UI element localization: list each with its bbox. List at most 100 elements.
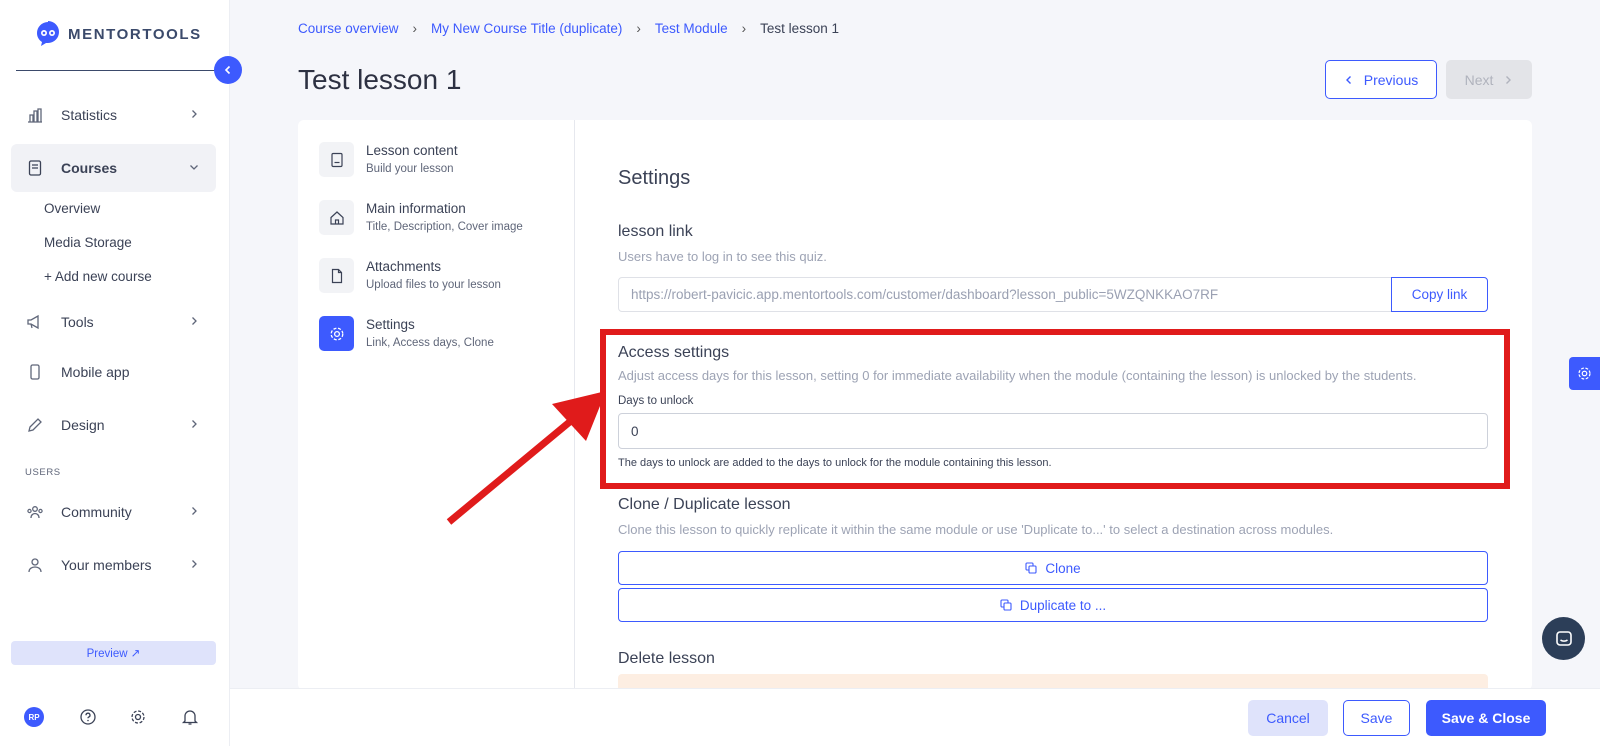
home-icon (319, 200, 354, 235)
sidebar-item-your-members[interactable]: Your members (11, 541, 216, 589)
duplicate-to-button[interactable]: Duplicate to ... (618, 588, 1488, 622)
sidebar-subitem-media-storage[interactable]: Media Storage (44, 235, 132, 250)
clone-button[interactable]: Clone (618, 551, 1488, 585)
sidebar-item-label: Mobile app (61, 364, 130, 380)
chevron-right-icon (192, 560, 197, 568)
sidebar-item-label: Your members (61, 557, 152, 573)
avatar[interactable]: RP (24, 707, 44, 727)
sidebar-item-label: Community (61, 504, 132, 520)
breadcrumb-current: Test lesson 1 (760, 21, 839, 36)
user-icon (25, 555, 45, 575)
chevron-right-icon (192, 420, 197, 428)
users-section-label: USERS (25, 467, 61, 478)
sidebar-bottom-icons: RP (24, 707, 199, 727)
breadcrumb: Course overview › My New Course Title (d… (298, 21, 839, 36)
chat-icon (1555, 630, 1572, 646)
collapse-sidebar-button[interactable] (214, 56, 242, 84)
step-title: Settings (366, 317, 415, 332)
lesson-editor-card: Lesson content Build your lesson Main inf… (298, 120, 1532, 690)
page-title: Test lesson 1 (298, 64, 462, 95)
clone-label: Clone (1045, 560, 1081, 576)
step-subtitle: Title, Description, Cover image (366, 221, 523, 233)
card-divider (574, 120, 575, 690)
copy-icon (1000, 599, 1012, 611)
days-to-unlock-input[interactable]: 0 (618, 413, 1488, 449)
lesson-link-field[interactable]: https://robert-pavicic.app.mentortools.c… (618, 277, 1392, 312)
clone-section-title: Clone / Duplicate lesson (618, 496, 791, 513)
copy-link-button[interactable]: Copy link (1391, 277, 1488, 312)
sidebar-item-tools[interactable]: Tools (11, 298, 216, 346)
sidebar-item-statistics[interactable]: Statistics (11, 91, 216, 139)
gear-icon[interactable] (128, 707, 148, 727)
sidebar-subitem-overview[interactable]: Overview (44, 201, 100, 216)
lesson-link-description: Users have to log in to see this quiz. (618, 249, 827, 264)
access-settings-description: Adjust access days for this lesson, sett… (618, 368, 1417, 383)
save-button[interactable]: Save (1343, 700, 1410, 736)
days-to-unlock-help: The days to unlock are added to the days… (618, 457, 1052, 469)
delete-section-title: Delete lesson (618, 650, 715, 667)
days-to-unlock-label: Days to unlock (618, 395, 694, 407)
chevron-right-icon: › (412, 21, 418, 36)
step-subtitle: Upload files to your lesson (366, 279, 501, 291)
sidebar-item-design[interactable]: Design (11, 401, 216, 449)
robot-logo-icon (37, 21, 59, 46)
chevron-left-icon (1345, 75, 1351, 84)
lesson-link-title: lesson link (618, 223, 693, 240)
step-title: Lesson content (366, 143, 458, 158)
step-subtitle: Link, Access days, Clone (366, 337, 494, 349)
file-icon (319, 258, 354, 293)
chevron-down-icon (190, 165, 198, 170)
help-icon[interactable] (78, 707, 98, 727)
sidebar-item-label: Design (61, 417, 105, 433)
cancel-button[interactable]: Cancel (1248, 700, 1328, 736)
chevron-right-icon (192, 317, 197, 325)
smartphone-icon (25, 362, 45, 382)
gear-icon (319, 316, 354, 351)
breadcrumb-course[interactable]: My New Course Title (duplicate) (431, 21, 622, 36)
bell-icon[interactable] (180, 707, 200, 727)
book-icon (319, 142, 354, 177)
sidebar-item-mobile-app[interactable]: Mobile app (11, 348, 216, 396)
settings-heading: Settings (618, 167, 691, 189)
chevron-right-icon (1506, 75, 1512, 84)
brand-logo[interactable]: MENTORTOOLS (34, 20, 202, 48)
sidebar-divider (16, 70, 216, 71)
save-and-close-button[interactable]: Save & Close (1426, 700, 1546, 736)
step-title: Main information (366, 201, 466, 216)
previous-label: Previous (1363, 71, 1419, 88)
chat-launcher-button[interactable] (1542, 617, 1585, 660)
clone-section-description: Clone this lesson to quickly replicate i… (618, 522, 1334, 537)
step-settings[interactable]: Settings Link, Access days, Clone (319, 316, 494, 351)
step-subtitle: Build your lesson (366, 163, 454, 175)
gear-icon (1578, 367, 1591, 380)
next-button[interactable]: Next (1446, 60, 1532, 99)
breadcrumb-course-overview[interactable]: Course overview (298, 21, 399, 36)
copy-icon (1025, 562, 1037, 574)
previous-button[interactable]: Previous (1325, 60, 1437, 99)
chevron-right-icon (192, 507, 197, 515)
brand-name: MENTORTOOLS (68, 25, 202, 43)
next-label: Next (1464, 71, 1494, 88)
access-settings-title: Access settings (618, 344, 730, 361)
sidebar-item-label: Courses (61, 160, 118, 176)
people-icon (25, 502, 45, 522)
chevron-left-icon (224, 65, 231, 75)
step-lesson-content[interactable]: Lesson content Build your lesson (319, 142, 458, 177)
sidebar-item-label: Tools (61, 314, 94, 330)
step-title: Attachments (366, 259, 442, 274)
preview-button[interactable]: Preview ↗ (11, 641, 216, 665)
sidebar-item-community[interactable]: Community (11, 488, 216, 536)
step-attachments[interactable]: Attachments Upload files to your lesson (319, 258, 501, 293)
breadcrumb-module[interactable]: Test Module (655, 21, 728, 36)
duplicate-label: Duplicate to ... (1019, 597, 1107, 613)
sidebar-item-courses[interactable]: Courses (11, 144, 216, 192)
step-main-information[interactable]: Main information Title, Description, Cove… (319, 200, 523, 235)
sidebar-subitem-add-course[interactable]: + Add new course (44, 269, 152, 284)
sidebar-item-label: Statistics (61, 107, 118, 123)
chevron-right-icon: › (741, 21, 747, 36)
side-settings-tab[interactable] (1569, 357, 1600, 390)
bar-chart-icon (25, 105, 45, 125)
megaphone-icon (25, 312, 45, 332)
pencil-icon (25, 415, 45, 435)
chevron-right-icon (192, 110, 197, 118)
